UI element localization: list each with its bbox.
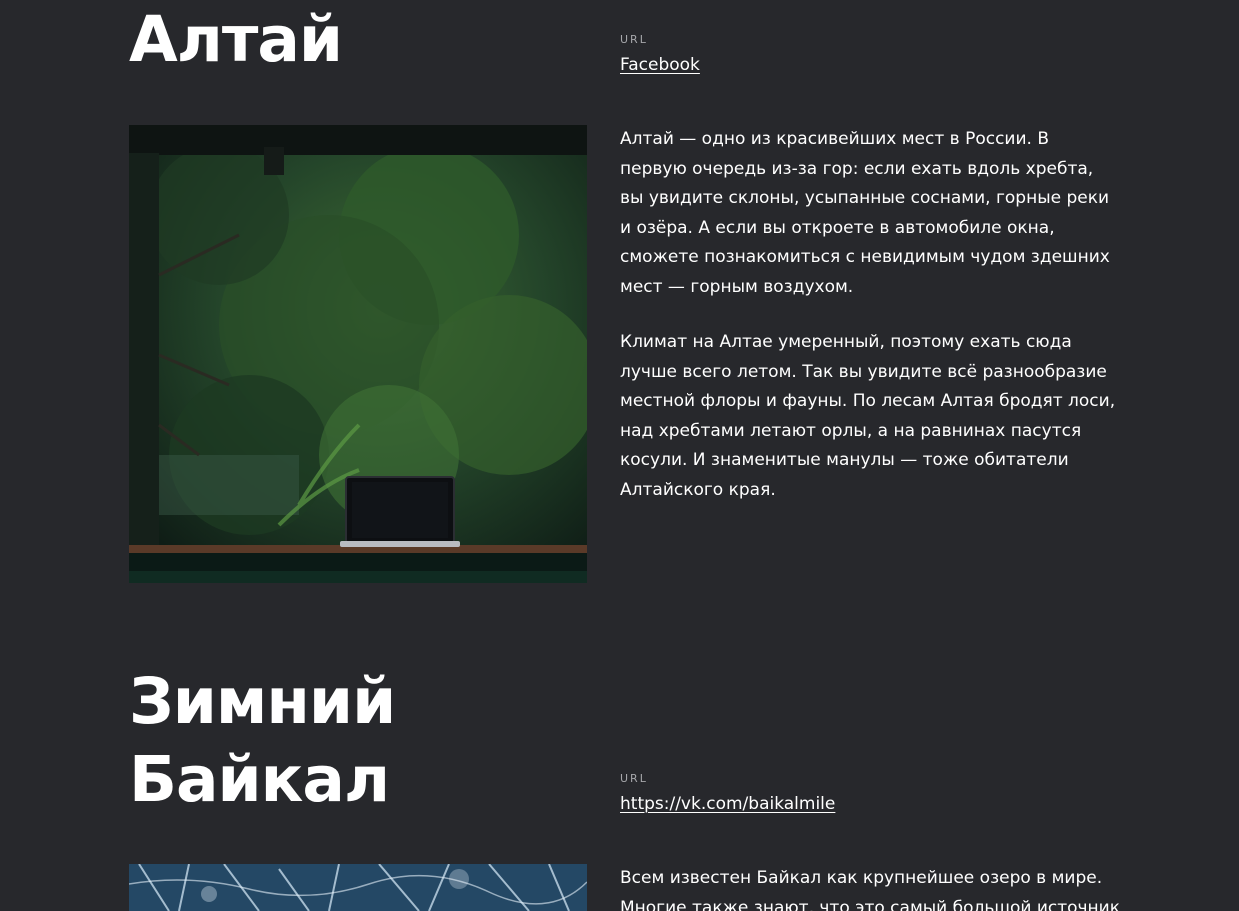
article-baikal: Зимний Байкал URL https://vk.com/baikalm… xyxy=(0,0,1239,911)
paragraph-line: Многие также знают, что это самый большо… xyxy=(620,897,1120,911)
frozen-lake-ice-photo xyxy=(129,864,587,911)
vk-link[interactable]: https://vk.com/baikalmile xyxy=(620,793,835,815)
article-title-line2: Байкал xyxy=(129,743,390,816)
url-label: URL xyxy=(620,772,648,785)
article-text: Всем известен Байкал как крупнейшее озер… xyxy=(620,864,1120,911)
paragraph-line: Всем известен Байкал как крупнейшее озер… xyxy=(620,868,1103,888)
article-title-line1: Зимний xyxy=(129,665,396,738)
